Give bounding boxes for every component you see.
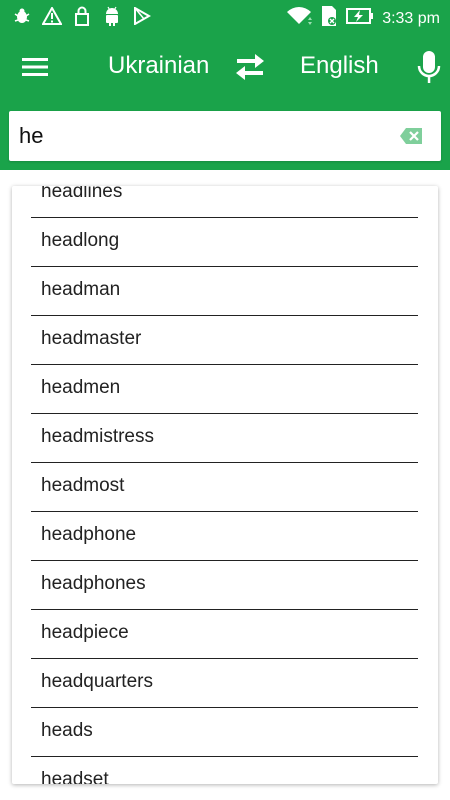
suggestion-word: headmistress	[41, 426, 154, 447]
sim-card-icon	[320, 5, 338, 32]
suggestion-word: headlong	[41, 230, 120, 251]
suggestion-word: headmost	[41, 475, 125, 496]
suggestion-word: headman	[41, 279, 121, 300]
suggestion-item[interactable]: headlines	[12, 186, 438, 218]
voice-input-button[interactable]	[414, 48, 444, 88]
suggestion-dropdown: headlines headlong headman headmaster headme…	[12, 186, 438, 784]
suggestion-word: headpiece	[41, 622, 129, 643]
status-bar: 3:33 pm	[0, 0, 450, 32]
suggestion-item[interactable]: headman	[12, 267, 438, 316]
app-toolbar: Ukrainian English	[0, 32, 450, 170]
suggestion-item[interactable]: headmaster	[12, 316, 438, 365]
suggestion-word: headmen	[41, 377, 121, 398]
suggestion-item[interactable]: headphones	[12, 561, 438, 610]
suggestion-item[interactable]: headmen	[12, 365, 438, 414]
bug-icon	[12, 6, 32, 26]
suggestion-item[interactable]: headmistress	[12, 414, 438, 463]
suggestion-item[interactable]: headlong	[12, 218, 438, 267]
wifi-icon	[286, 6, 313, 31]
suggestion-word: headset	[41, 769, 109, 784]
suggestion-word: headlines	[41, 186, 123, 202]
suggestion-word: headphone	[41, 524, 137, 545]
swap-languages-button[interactable]	[232, 50, 268, 84]
clear-search-button[interactable]	[399, 126, 423, 146]
menu-button[interactable]	[18, 52, 52, 82]
status-left-icons	[12, 6, 152, 26]
suggestion-word: headmaster	[41, 328, 142, 349]
status-time: 3:33 pm	[382, 9, 440, 27]
suggestion-item[interactable]: headmost	[12, 463, 438, 512]
suggestion-word: heads	[41, 720, 93, 741]
suggestion-item[interactable]: headquarters	[12, 659, 438, 708]
suggestion-item[interactable]: headset	[12, 757, 438, 784]
status-right-icons: 3:33 pm	[286, 5, 440, 32]
android-icon	[102, 6, 122, 26]
target-language-selector[interactable]: English	[300, 52, 379, 80]
search-input[interactable]	[19, 111, 389, 161]
suggestion-word: headphones	[41, 573, 146, 594]
search-box	[9, 111, 441, 161]
suggestion-item[interactable]: heads	[12, 708, 438, 757]
battery-charging-icon	[346, 7, 374, 30]
lock-icon	[72, 6, 92, 26]
source-language-selector[interactable]: Ukrainian	[108, 52, 209, 80]
microphone-icon	[417, 51, 441, 83]
hamburger-menu-icon	[22, 58, 48, 76]
suggestion-list: headlines headlong headman headmaster headme…	[12, 186, 438, 784]
play-store-icon	[132, 6, 152, 26]
warning-triangle-icon	[42, 6, 62, 26]
suggestion-word: headquarters	[41, 671, 153, 692]
suggestion-item[interactable]: headpiece	[12, 610, 438, 659]
backspace-clear-icon	[400, 128, 422, 144]
suggestion-item[interactable]: headphone	[12, 512, 438, 561]
swap-arrows-icon	[236, 54, 264, 80]
